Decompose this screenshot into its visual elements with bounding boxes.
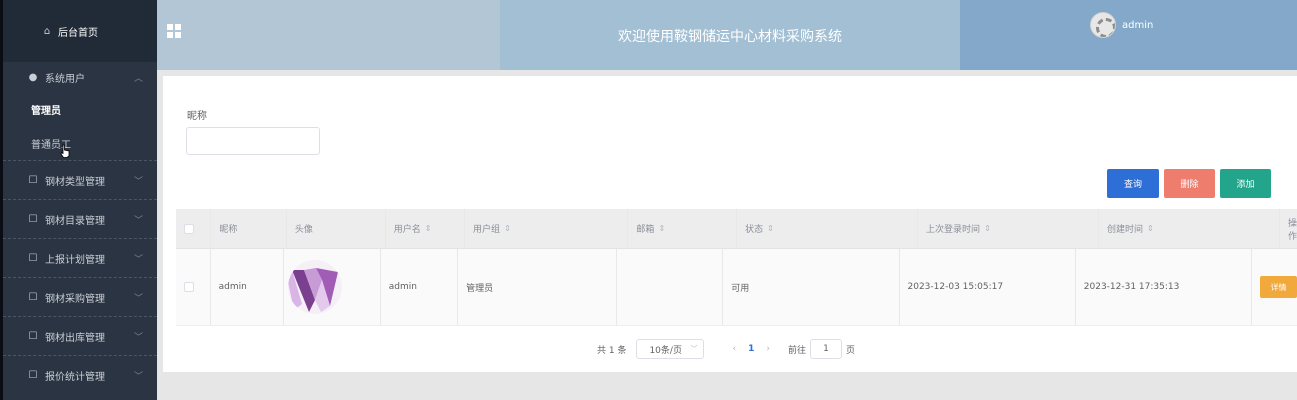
last-login-cell: 2023-12-03 15:05:17 [900, 249, 1076, 325]
sidebar-item-label: 报价统计管理 [45, 371, 105, 383]
main-content: 昵称 查询 删除 添加 昵称 头像 用户名 ⇕ 用户组 ⇕ 邮箱 ⇕ 状态 ⇕ 上次登录… [163, 76, 1297, 372]
sort-icon[interactable]: ⇕ [504, 224, 511, 233]
chevron-down-icon: ﹀ [133, 254, 143, 265]
sidebar-home-label: 后台首页 [58, 27, 98, 39]
external-link-icon: ☐ [28, 369, 38, 381]
column-header: 昵称 [211, 209, 287, 248]
column-header: 头像 [287, 209, 386, 248]
add-button[interactable]: 添加 [1220, 169, 1271, 198]
chevron-down-icon: ﹀ [133, 215, 143, 226]
sidebar-item-staff[interactable]: 普通员工 [3, 126, 157, 160]
avatar-cell [284, 249, 381, 325]
username: admin [1122, 19, 1154, 31]
chevron-down-icon: ﹀ [690, 345, 698, 353]
sidebar-item-steel-purchase[interactable]: ☐ 钢材采购管理 ﹀ [3, 277, 157, 316]
group-cell: 管理员 [458, 249, 618, 325]
external-link-icon: ☐ [28, 330, 38, 342]
status-cell: 可用 [723, 249, 900, 325]
external-link-icon: ☐ [28, 252, 38, 264]
sidebar-item-quote-stats[interactable]: ☐ 报价统计管理 ﹀ [3, 355, 157, 394]
detail-button[interactable]: 详情 [1260, 276, 1297, 298]
sidebar-item-label: 钢材类型管理 [45, 176, 105, 188]
user-icon: ● [28, 71, 38, 83]
external-link-icon: ☐ [28, 291, 38, 303]
query-button[interactable]: 查询 [1107, 169, 1159, 198]
prev-page-icon[interactable]: ‹ [732, 344, 736, 354]
current-page[interactable]: 1 [748, 344, 754, 354]
sidebar-group-label: 系统用户 [45, 73, 85, 85]
column-header[interactable]: 用户组 ⇕ [465, 209, 629, 248]
user-avatar-image [288, 260, 343, 314]
nickname-label: 昵称 [187, 111, 207, 122]
sidebar-item-steel-catalog[interactable]: ☐ 钢材目录管理 ﹀ [3, 199, 157, 238]
pagination: 共 1 条 10条/页 ﹀ ‹ 1 › 前往 1 页 [597, 339, 855, 359]
sidebar-item-label: 钢材采购管理 [45, 293, 105, 305]
header-right: admin [960, 0, 1297, 70]
delete-button[interactable]: 删除 [1164, 169, 1215, 198]
external-link-icon: ☐ [28, 174, 38, 186]
sort-icon[interactable]: ⇕ [1147, 224, 1154, 233]
email-cell [617, 249, 724, 325]
column-header[interactable]: 上次登录时间 ⇕ [918, 209, 1100, 248]
chevron-down-icon: ﹀ [133, 332, 143, 343]
avatar [1090, 12, 1116, 38]
row-checkbox[interactable] [184, 282, 194, 292]
username-cell: admin [381, 249, 459, 325]
nickname-input[interactable] [186, 127, 320, 155]
sidebar-group-system-users[interactable]: ● 系统用户 ︿ [3, 62, 157, 92]
header-title: 欢迎使用鞍钢储运中心材料采购系统 [500, 0, 960, 70]
sidebar-item-label: 管理员 [31, 105, 61, 117]
users-table: 昵称 头像 用户名 ⇕ 用户组 ⇕ 邮箱 ⇕ 状态 ⇕ 上次登录时间 ⇕ 创建时间 ⇕ 操作… [176, 209, 1297, 326]
page-size-value: 10条/页 [649, 345, 682, 356]
column-header[interactable]: 状态 ⇕ [737, 209, 919, 248]
table-row: admin admin 管理员 可用 2023-12-03 15:05:17 2… [176, 249, 1297, 326]
action-cell: 详情 [1252, 249, 1297, 325]
sidebar-item-steel-outbound[interactable]: ☐ 钢材出库管理 ﹀ [3, 316, 157, 355]
home-icon: ⌂ [43, 25, 51, 37]
chevron-up-icon: ︿ [133, 73, 143, 84]
select-all-checkbox[interactable] [184, 223, 194, 234]
sort-icon[interactable]: ⇕ [658, 224, 665, 233]
row-select-cell [176, 249, 211, 325]
next-page-icon[interactable]: › [766, 344, 770, 354]
header-left [157, 0, 500, 70]
sidebar-item-steel-type[interactable]: ☐ 钢材类型管理 ﹀ [3, 160, 157, 199]
goto-label: 前往 [787, 345, 806, 356]
sidebar-item-report-plan[interactable]: ☐ 上报计划管理 ﹀ [3, 238, 157, 277]
hand-cursor-icon [60, 144, 70, 158]
total-count: 共 1 条 [597, 345, 627, 356]
created-cell: 2023-12-31 17:35:13 [1076, 249, 1253, 325]
chevron-down-icon: ﹀ [133, 176, 143, 187]
sidebar-item-label: 钢材目录管理 [45, 215, 105, 227]
table-header: 昵称 头像 用户名 ⇕ 用户组 ⇕ 邮箱 ⇕ 状态 ⇕ 上次登录时间 ⇕ 创建时间 ⇕ 操作 [176, 209, 1297, 249]
page-size-select[interactable]: 10条/页 ﹀ [636, 339, 705, 359]
column-header[interactable]: 创建时间 ⇕ [1099, 209, 1280, 248]
sidebar-item-label: 钢材出库管理 [45, 332, 105, 344]
sidebar-item-admin[interactable]: 管理员 [3, 92, 157, 126]
chevron-down-icon: ﹀ [133, 371, 143, 382]
sidebar-item-label: 上报计划管理 [45, 254, 105, 266]
goto-page-input[interactable]: 1 [809, 339, 842, 359]
user-menu[interactable]: admin [1090, 12, 1153, 38]
menu-grid-icon[interactable] [167, 24, 181, 38]
nickname-cell: admin [211, 249, 285, 325]
column-header[interactable]: 用户名 ⇕ [386, 209, 466, 248]
top-header: 欢迎使用鞍钢储运中心材料采购系统 admin [157, 0, 1297, 70]
sort-icon[interactable]: ⇕ [984, 224, 991, 233]
sort-icon[interactable]: ⇕ [425, 224, 432, 233]
select-all-cell [176, 209, 212, 248]
page-suffix: 页 [845, 345, 855, 356]
sort-icon[interactable]: ⇕ [767, 224, 774, 233]
sidebar-home[interactable]: ⌂ 后台首页 [3, 0, 157, 62]
column-header[interactable]: 邮箱 ⇕ [628, 209, 738, 248]
sidebar: ⌂ 后台首页 ● 系统用户 ︿ 管理员 普通员工 ☐ 钢材类型管理 ﹀ ☐ 钢材… [0, 0, 157, 400]
external-link-icon: ☐ [28, 213, 38, 225]
column-header: 操作 [1287, 218, 1297, 242]
chevron-down-icon: ﹀ [133, 293, 143, 304]
